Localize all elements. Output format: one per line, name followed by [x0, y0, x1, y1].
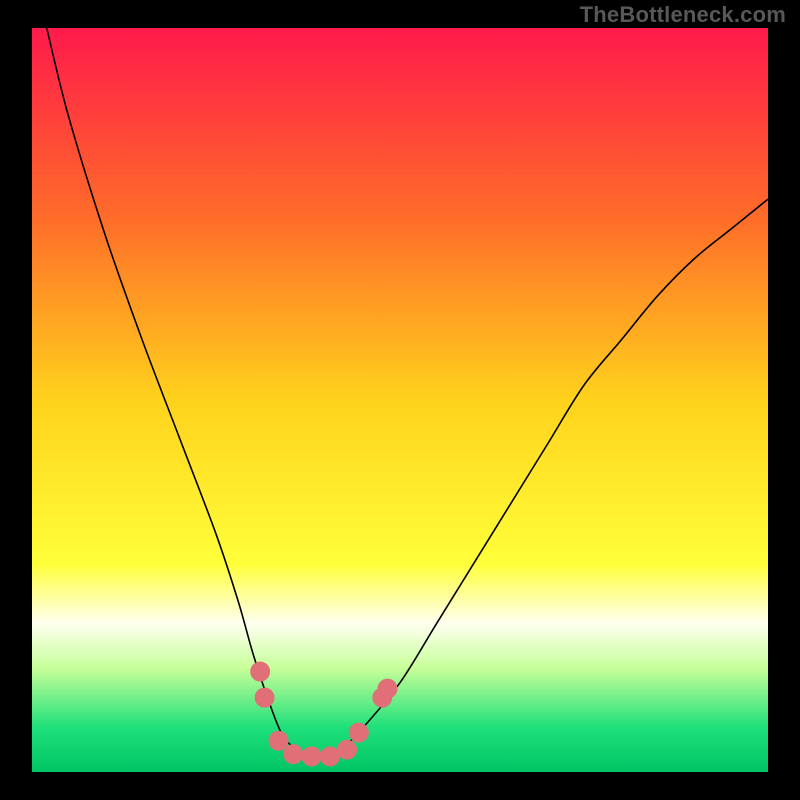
highlight-dot: [302, 746, 322, 766]
chart-frame: TheBottleneck.com: [0, 0, 800, 800]
watermark-text: TheBottleneck.com: [580, 2, 786, 28]
chart-plot-area: [32, 28, 768, 772]
highlight-dot: [337, 740, 357, 760]
chart-svg: [32, 28, 768, 772]
highlight-dot: [283, 744, 303, 764]
highlight-dot: [255, 688, 275, 708]
highlight-dot: [349, 723, 369, 743]
highlight-dot: [269, 731, 289, 751]
gradient-background: [32, 28, 768, 772]
highlight-dot: [250, 662, 270, 682]
highlight-dot: [377, 679, 397, 699]
